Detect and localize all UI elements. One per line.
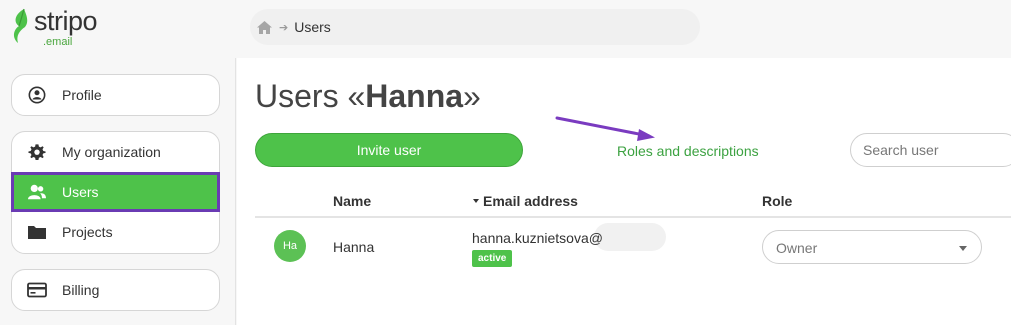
sidebar: Profile My organization Users Projects B… [0, 58, 236, 325]
stripo-logo[interactable]: stripo .email [10, 6, 120, 48]
gear-icon [28, 144, 46, 161]
sidebar-item-profile[interactable]: Profile [12, 75, 219, 115]
sidebar-item-label: Users [62, 184, 99, 200]
role-select-value: Owner [776, 240, 818, 256]
user-email: hanna.kuznietsova@ [472, 230, 603, 246]
table-header-divider [255, 216, 1011, 218]
profile-card: Profile [11, 74, 220, 116]
organization-card: My organization Users Projects [11, 131, 220, 254]
sidebar-item-label: My organization [62, 144, 161, 160]
chevron-down-icon [959, 246, 967, 251]
sidebar-item-label: Billing [62, 282, 100, 298]
folder-icon [28, 226, 46, 239]
top-bar: stripo .email ➔ Users [0, 0, 1011, 58]
logo-word: stripo [34, 6, 98, 36]
column-header-email-label: Email address [483, 193, 578, 209]
breadcrumb-arrow-icon: ➔ [279, 21, 289, 34]
column-header-email[interactable]: Email address [473, 193, 578, 209]
annotation-arrow-icon [555, 116, 655, 141]
sidebar-item-billing[interactable]: Billing [12, 270, 219, 310]
home-icon[interactable] [256, 20, 273, 35]
sidebar-item-projects[interactable]: Projects [12, 212, 219, 252]
status-badge: active [472, 250, 513, 267]
sidebar-item-label: Projects [62, 224, 113, 240]
users-icon [28, 184, 46, 200]
breadcrumb: ➔ Users [250, 9, 700, 45]
column-header-role: Role [762, 193, 793, 209]
sidebar-item-users[interactable]: Users [11, 172, 220, 212]
email-redaction [594, 223, 666, 251]
sort-down-icon [473, 199, 479, 204]
page-title-name: Hanna [365, 78, 464, 114]
page-title: Users «Hanna» [255, 78, 481, 114]
user-name: Hanna [333, 239, 375, 255]
credit-card-icon [27, 282, 47, 298]
billing-card: Billing [11, 269, 220, 311]
role-select[interactable]: Owner [762, 230, 982, 264]
sidebar-item-my-organization[interactable]: My organization [12, 132, 219, 172]
logo-subtitle: .email [43, 36, 73, 48]
main-panel: Users «Hanna» Invite user Roles and desc… [237, 58, 1011, 325]
user-circle-icon [28, 86, 46, 104]
sidebar-item-label: Profile [62, 87, 102, 103]
search-user-input[interactable] [850, 133, 1011, 167]
invite-user-button[interactable]: Invite user [255, 133, 523, 167]
breadcrumb-current: Users [294, 19, 331, 35]
roles-and-descriptions-link[interactable]: Roles and descriptions [617, 143, 759, 159]
leaf-icon [13, 8, 28, 43]
avatar: Ha [274, 230, 306, 262]
column-header-name: Name [333, 193, 372, 209]
